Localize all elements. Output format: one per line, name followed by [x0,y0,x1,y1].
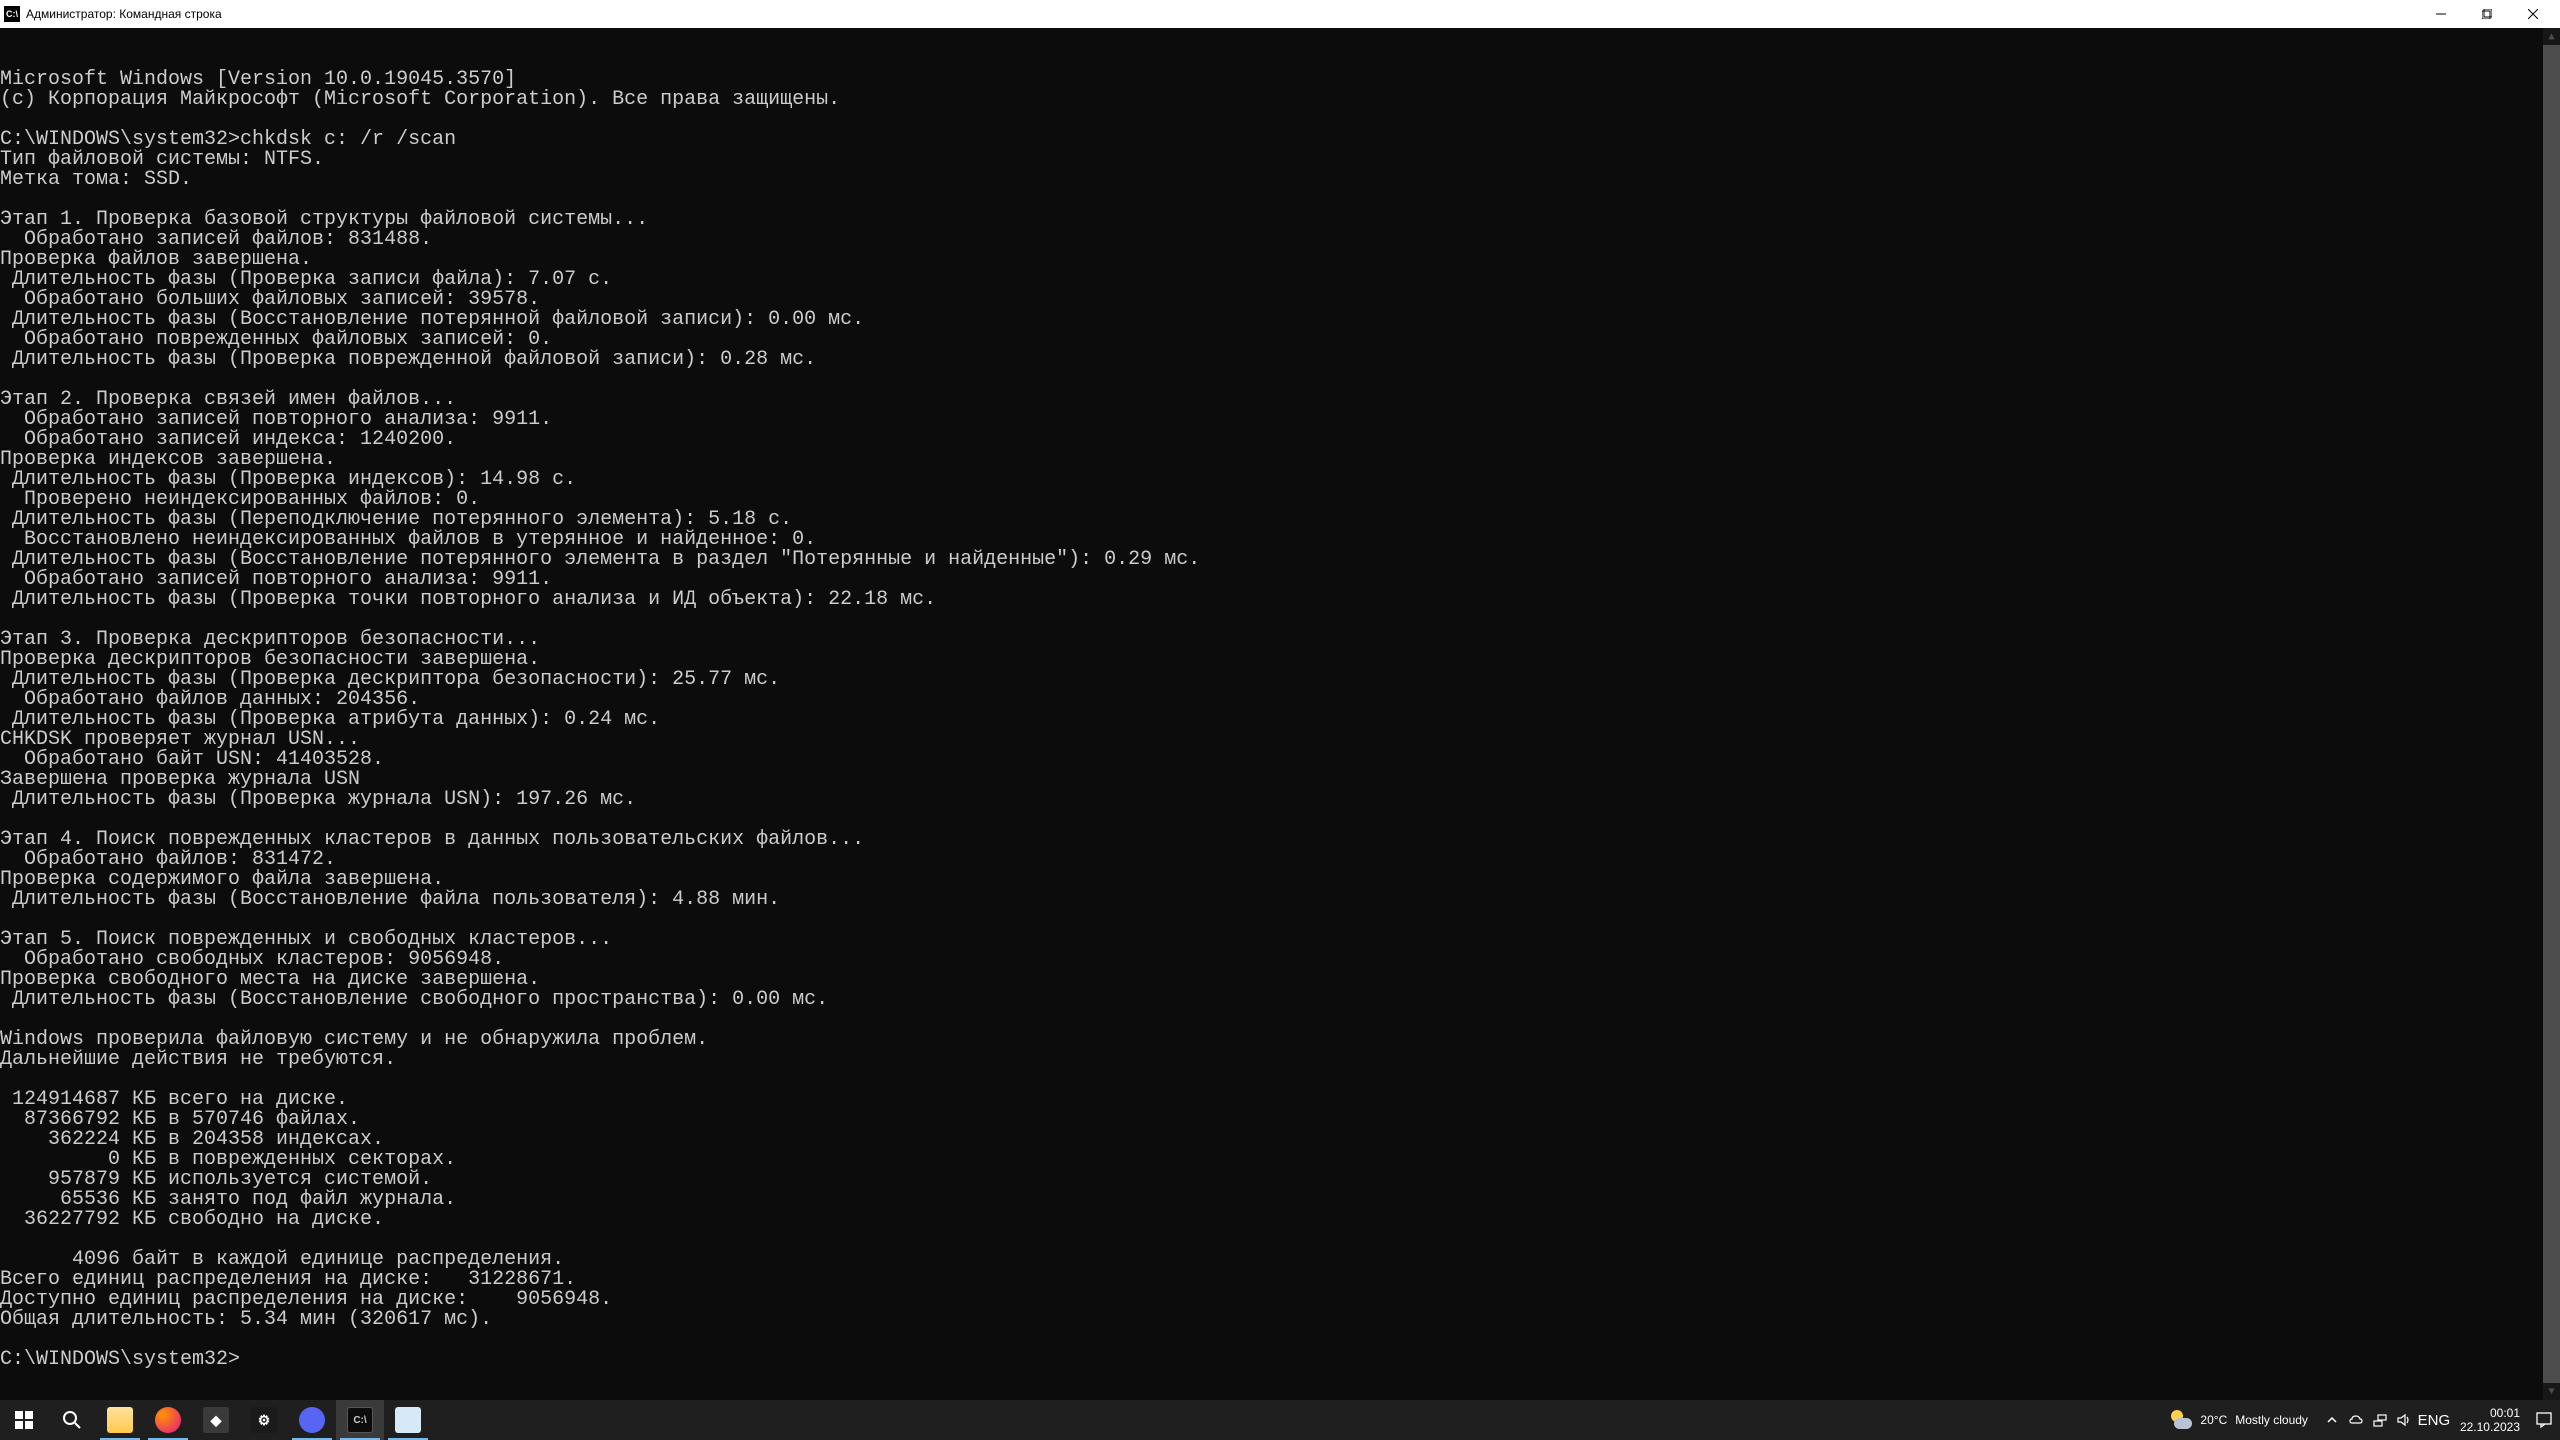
taskbar-clock[interactable]: 00:01 22.10.2023 [2452,1406,2528,1434]
tray-onedrive[interactable] [2344,1400,2368,1440]
clock-date: 22.10.2023 [2460,1420,2520,1434]
taskbar-cmd[interactable]: C:\ [336,1400,384,1440]
taskbar-firefox[interactable] [144,1400,192,1440]
window-controls [2418,0,2556,28]
scroll-down-icon[interactable]: ▼ [2543,1383,2560,1400]
notification-center[interactable] [2528,1400,2560,1440]
terminal-output: Microsoft Windows [Version 10.0.19045.35… [0,70,2560,1370]
taskbar-steelseries[interactable]: ⚙ [240,1400,288,1440]
search-icon [62,1410,82,1430]
weather-temp: 20°C [2200,1413,2227,1427]
weather-desc: Mostly cloudy [2235,1413,2308,1427]
notepad-icon [395,1407,421,1433]
scroll-thumb[interactable] [2543,45,2560,1383]
taskbar-discord[interactable] [288,1400,336,1440]
clock-time: 00:01 [2460,1406,2520,1420]
weather-widget[interactable]: 20°C Mostly cloudy [2156,1400,2320,1440]
title-bar[interactable]: C:\ Администратор: Командная строка [0,0,2560,28]
scroll-up-icon[interactable]: ▲ [2543,28,2560,45]
maximize-button[interactable] [2464,0,2510,28]
taskbar-right: 20°C Mostly cloudy ENG 00:01 22.10.2023 [2156,1400,2560,1440]
tray-volume[interactable] [2392,1400,2416,1440]
folder-icon [107,1407,133,1433]
taskbar-left: ◆ ⚙ C:\ [0,1400,432,1440]
cmd-taskbar-icon: C:\ [347,1407,373,1433]
steelseries-icon: ⚙ [251,1407,277,1433]
minimize-button[interactable] [2418,0,2464,28]
firefox-icon [155,1407,181,1433]
minimize-icon [2436,9,2446,19]
close-icon [2528,9,2538,19]
taskbar-notepad[interactable] [384,1400,432,1440]
restore-icon [2482,9,2492,19]
cmd-icon: C:\ [4,6,20,22]
start-button[interactable] [0,1400,48,1440]
tray-chevron[interactable] [2320,1400,2344,1440]
windows-icon [15,1411,33,1429]
scrollbar[interactable]: ▲ ▼ [2543,28,2560,1400]
close-button[interactable] [2510,0,2556,28]
taskbar: ◆ ⚙ C:\ 20°C Mostly cloudy [0,1400,2560,1440]
weather-icon [2168,1408,2192,1432]
window-title: Администратор: Командная строка [26,7,2418,21]
language-indicator: ENG [2418,1412,2451,1429]
terminal-area[interactable]: Microsoft Windows [Version 10.0.19045.35… [0,28,2560,1400]
discord-icon [299,1407,325,1433]
taskbar-file-explorer[interactable] [96,1400,144,1440]
search-button[interactable] [48,1400,96,1440]
taskbar-app-1[interactable]: ◆ [192,1400,240,1440]
chevron-up-icon [2326,1414,2338,1426]
notification-icon [2535,1411,2553,1429]
cloud-icon [2348,1412,2364,1428]
volume-icon [2396,1412,2412,1428]
tray-network[interactable] [2368,1400,2392,1440]
network-icon [2372,1412,2388,1428]
tray-language[interactable]: ENG [2416,1400,2452,1440]
app-icon: ◆ [203,1407,229,1433]
